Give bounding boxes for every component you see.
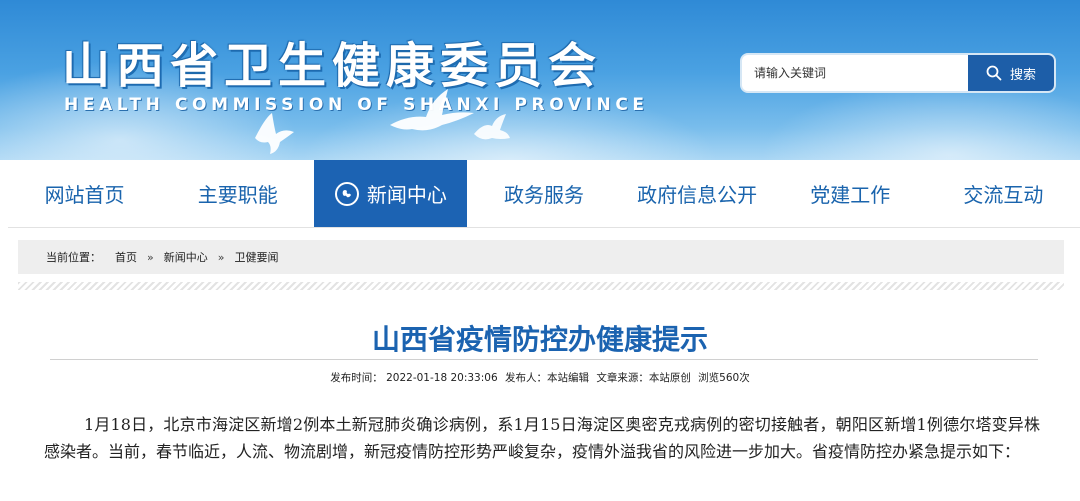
- nav-item-label: 交流互动: [963, 183, 1044, 207]
- search-input[interactable]: [742, 55, 968, 91]
- view-count: 浏览560次: [698, 372, 750, 384]
- nav-item-interaction[interactable]: 交流互动: [927, 160, 1080, 227]
- search-icon: [986, 65, 1002, 81]
- main-nav: 网站首页 主要职能 新闻中心 政务服务 政府信息公开 党建工作 交流互动: [8, 160, 1080, 228]
- site-title: 山西省卫生健康委员会: [62, 38, 603, 94]
- nav-item-label: 党建工作: [810, 183, 891, 207]
- nav-item-label: 政务服务: [503, 183, 584, 207]
- publish-time: 发布时间： 2022-01-18 20:33:06: [330, 372, 498, 384]
- article-meta: 发布时间： 2022-01-18 20:33:06 发布人：本站编辑 文章来源：…: [0, 370, 1080, 385]
- nav-item-functions[interactable]: 主要职能: [161, 160, 314, 227]
- breadcrumb-separator: »: [217, 250, 225, 264]
- dove-icon: [474, 114, 510, 140]
- search-button[interactable]: 搜索: [968, 55, 1054, 91]
- search-button-label: 搜索: [1009, 67, 1036, 83]
- dove-icon: [390, 89, 474, 131]
- nav-item-label: 主要职能: [197, 183, 278, 207]
- nav-item-home[interactable]: 网站首页: [8, 160, 161, 227]
- nav-item-label: 网站首页: [44, 183, 125, 207]
- article-title: 山西省疫情防控办健康提示: [371, 323, 708, 356]
- breadcrumb-link-home[interactable]: 首页: [115, 249, 137, 265]
- globe-icon: [334, 181, 359, 206]
- article-source: 文章来源：本站原创: [596, 372, 691, 384]
- title-divider: [50, 359, 1038, 360]
- divider: [18, 282, 1064, 290]
- search-box: 搜索: [740, 53, 1056, 93]
- breadcrumb-link-health-news[interactable]: 卫健要闻: [234, 249, 278, 265]
- nav-item-label: 政府信息公开: [637, 183, 758, 207]
- article-body: 1月18日，北京市海淀区新增2例本土新冠肺炎确诊病例，系1月15日海淀区奥密克戎…: [44, 415, 1040, 461]
- site-header: 山西省卫生健康委员会 HEALTH COMMISSION OF SHANXI P…: [0, 0, 1080, 160]
- nav-item-services[interactable]: 政务服务: [467, 160, 620, 227]
- nav-item-party-building[interactable]: 党建工作: [774, 160, 927, 227]
- dove-icon: [255, 113, 294, 154]
- site-subtitle: HEALTH COMMISSION OF SHANXI PROVINCE: [64, 95, 649, 115]
- breadcrumb-label: 当前位置：: [46, 251, 101, 264]
- breadcrumb-link-news[interactable]: 新闻中心: [164, 249, 208, 265]
- publisher: 发布人：本站编辑: [504, 372, 589, 384]
- nav-item-label: 新闻中心: [366, 183, 447, 207]
- nav-item-news[interactable]: 新闻中心: [314, 160, 468, 227]
- breadcrumb: 当前位置： 首页 » 新闻中心 » 卫健要闻: [18, 240, 1064, 274]
- nav-item-info-disclosure[interactable]: 政府信息公开: [621, 160, 774, 227]
- breadcrumb-separator: »: [147, 250, 154, 264]
